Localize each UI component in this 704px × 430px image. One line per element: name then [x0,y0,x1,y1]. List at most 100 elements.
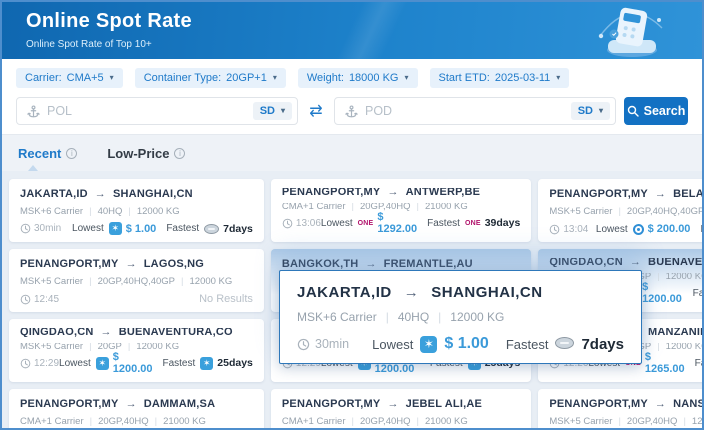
carrier-icon-circ [633,224,644,235]
pod-input[interactable] [365,104,571,118]
container-label: 40HQ [98,206,123,217]
filter-carrier[interactable]: Carrier: CMA+5 [16,68,123,88]
rate-preview-popup[interactable]: JAKARTA,ID → SHANGHAI,CN MSK+6 Carrier 4… [279,270,642,364]
route-arrow-icon: → [101,328,112,337]
weight-label: 21000 KG [425,203,468,211]
chevron-down-icon [281,107,285,115]
route-arrow-icon: → [126,398,137,410]
fastest-days: 7days [581,336,624,353]
page-title: Online Spot Rate [26,10,192,33]
lowest-label: Lowest [596,224,628,235]
fastest-label: Fastest [166,223,199,234]
pol-type-value: SD [260,105,275,117]
carrier-icon-msk: ✶ [200,357,213,370]
chevron-down-icon [273,74,277,82]
destination-port: JEBEL ALI,AE [406,398,482,410]
origin-port: PENANGPORT,MY [549,188,648,200]
fastest-label: Fastest [427,218,460,229]
search-bar: SD SD [16,97,688,125]
rate-card[interactable]: PENANGPORT,MY → DAMMAM,SA CMA+1 Carrier … [9,389,264,430]
tab-low-price[interactable]: Low-Price [107,146,185,161]
carrier-label: MSK+5 Carrier [20,343,83,351]
chevron-down-icon [599,107,603,115]
pol-type-select[interactable]: SD [253,102,292,120]
chevron-down-icon [556,74,560,82]
fastest-label: Fastest [695,358,704,369]
rate-result: Lowest✶$ 1200.00Fastest✶25days [59,351,253,375]
search-button[interactable]: Search [624,97,688,125]
fastest-label: Fastest [506,337,549,352]
info-icon[interactable] [174,148,185,159]
filter-container-type-value: 20GP+1 [226,72,267,84]
destination-port: SHANGHAI,CN [431,284,542,301]
filter-start-etd[interactable]: Start ETD: 2025-03-11 [430,68,570,88]
search-button-label: Search [644,104,686,118]
origin-port: JAKARTA,ID [20,188,88,200]
container-label: 20GP,40HQ,40GP [98,276,175,287]
lowest-price: $ 1265.00 [645,351,685,375]
container-label: 20GP,40HQ [98,416,149,427]
route-arrow-icon: → [655,188,666,200]
filter-weight[interactable]: Weight: 18000 KG [298,68,418,88]
lowest-label: Lowest [72,223,104,234]
pod-type-value: SD [578,105,593,117]
anchor-icon [345,105,358,118]
chevron-down-icon [404,74,408,82]
query-time-value: 13:04 [563,224,588,235]
origin-port: JAKARTA,ID [297,284,392,301]
route-arrow-icon: → [95,188,106,200]
origin-port: BANGKOK,TH [282,258,359,270]
carrier-label: CMA+1 Carrier [282,416,346,427]
rate-result: Lowest$ 200.00Fastest6days [596,223,704,235]
weight-label: 12000 KG [666,273,704,281]
filter-panel: Carrier: CMA+5 Container Type: 20GP+1 We… [2,59,702,135]
tab-recent-label: Recent [18,146,61,161]
rate-card[interactable]: PENANGPORT,MY → LAGOS,NG MSK+5 Carrier 2… [9,249,264,312]
tab-recent[interactable]: Recent [18,146,77,161]
rate-card[interactable]: PENANGPORT,MY → ANTWERP,BE CMA+1 Carrier… [271,179,531,242]
rate-card[interactable]: JAKARTA,ID → SHANGHAI,CN MSK+6 Carrier 4… [9,179,264,242]
origin-port: PENANGPORT,MY [549,398,648,410]
carrier-icon-emc [204,224,219,234]
destination-port: BUENAVENTURA,CO [648,258,704,267]
swap-pol-pod-icon[interactable] [306,101,326,121]
lowest-price: $ 1292.00 [377,211,417,235]
fastest-label: Fastest [700,224,704,235]
container-label: 20GP [98,343,122,351]
filter-weight-label: Weight: [307,72,344,84]
no-results-label: No Results [199,293,253,305]
container-label: 20GP,40HQ [360,203,411,211]
destination-port: ANTWERP,BE [406,188,481,197]
popup-fastest-icon-slot [555,337,574,352]
carrier-label: MSK+5 Carrier [549,416,612,427]
rate-card[interactable]: PENANGPORT,MY → BELAWAN,ID MSK+5 Carrier… [538,179,704,242]
lowest-label: Lowest [372,337,413,352]
pol-input[interactable] [47,104,253,118]
query-time: 13:06 [282,218,321,229]
query-time: 13:04 [549,224,588,235]
rate-card[interactable]: PENANGPORT,MY → NANSHA,CN MSK+5 Carrier … [538,389,704,430]
route-arrow-icon: → [365,258,376,270]
search-icon [627,105,639,117]
weight-label: 12000 KG [137,206,180,217]
query-time-value: 30min [34,223,61,234]
query-time: 12:45 [20,294,59,305]
filter-start-etd-value: 2025-03-11 [495,72,550,84]
destination-port: BUENAVENTURA,CO [119,328,233,337]
fastest-days: 7days [223,223,253,235]
rate-card[interactable]: PENANGPORT,MY → JEBEL ALI,AE CMA+1 Carri… [271,389,531,430]
query-time: 30min [20,223,61,234]
filter-container-type-label: Container Type: [144,72,221,84]
popup-lowest-icon-slot: ✶ [420,336,437,353]
filter-container-type[interactable]: Container Type: 20GP+1 [135,68,286,88]
lowest-label: Lowest [321,218,353,229]
carrier-icon-msk: ✶ [109,222,122,235]
pod-type-select[interactable]: SD [571,102,610,120]
lowest-price: $ 1.00 [444,335,488,353]
rate-result: Lowest ✶ $ 1.00 Fastest 7days [372,335,624,353]
route-arrow-icon: → [404,284,420,301]
info-icon[interactable] [66,148,77,159]
lowest-price: $ 200.00 [648,223,691,235]
rate-card[interactable]: QINGDAO,CN → BUENAVENTURA,CO MSK+5 Carri… [9,319,264,382]
fastest-label: Fastest [693,288,704,299]
